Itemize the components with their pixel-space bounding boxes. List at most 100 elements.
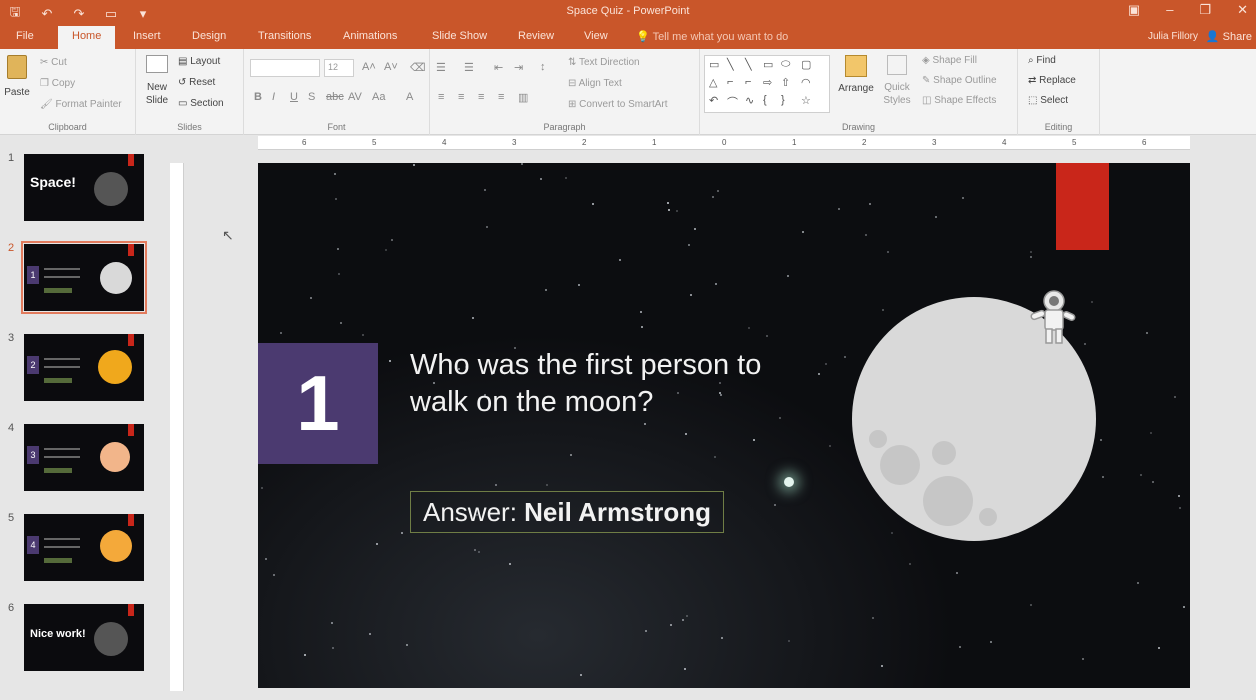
tab-design[interactable]: Design xyxy=(192,30,226,42)
arc-shape-icon-2[interactable]: ⌒ xyxy=(727,94,738,110)
curve-shape-icon[interactable]: ↶ xyxy=(709,94,718,107)
line-shape-icon[interactable]: ╲ xyxy=(727,58,734,71)
bullets-icon[interactable]: ☰ xyxy=(436,61,446,74)
textbox-shape-icon[interactable]: ▭ xyxy=(709,58,719,71)
align-right-icon[interactable]: ≡ xyxy=(478,91,484,103)
clear-format-icon[interactable]: ⌫ xyxy=(410,61,426,74)
line-shape-icon-2[interactable]: ╲ xyxy=(745,58,752,71)
tab-slide-show[interactable]: Slide Show xyxy=(432,30,487,42)
ribbon-display-icon[interactable]: ▣ xyxy=(1128,2,1140,18)
increase-font-icon[interactable]: A˄ xyxy=(362,61,376,73)
close-button[interactable]: ✕ xyxy=(1237,2,1248,18)
tab-home[interactable]: Home xyxy=(58,26,116,49)
question-number-box[interactable]: 1 xyxy=(258,343,378,464)
rectangle-shape-icon[interactable]: ▭ xyxy=(763,58,773,71)
convert-smartart-button[interactable]: ⊞ Convert to SmartArt xyxy=(568,99,668,110)
shape-outline-button[interactable]: ✎ Shape Outline xyxy=(922,75,997,86)
line-spacing-icon[interactable]: ↕ xyxy=(540,61,546,73)
triangle-shape-icon[interactable]: △ xyxy=(709,76,717,89)
star-dot xyxy=(369,633,371,635)
answer-value: Neil Armstrong xyxy=(524,497,711,527)
slide-thumbnail-1[interactable]: Space! xyxy=(24,154,144,221)
new-slide-button[interactable]: New Slide xyxy=(140,55,174,107)
star-dot xyxy=(619,259,621,261)
tell-me-search[interactable]: 💡 Tell me what you want to do xyxy=(636,30,788,43)
tab-transitions[interactable]: Transitions xyxy=(258,30,311,42)
text-shadow-icon[interactable]: S xyxy=(308,91,315,103)
star-shape-icon[interactable]: ☆ xyxy=(801,94,811,107)
oval-shape-icon[interactable]: ⬭ xyxy=(781,58,790,71)
format-painter-button[interactable]: 🖌 Format Painter xyxy=(40,99,122,110)
thumb-title: Nice work! xyxy=(30,628,86,640)
star-dot xyxy=(887,251,889,253)
maximize-button[interactable]: ❐ xyxy=(1199,2,1211,18)
columns-icon[interactable]: ▥ xyxy=(518,91,528,104)
arc-shape-icon[interactable]: ◠ xyxy=(801,76,811,89)
align-left-icon[interactable]: ≡ xyxy=(438,91,444,103)
freeform-shape-icon[interactable]: ∿ xyxy=(745,94,754,107)
tab-animations[interactable]: Animations xyxy=(343,30,397,42)
arrow-right-shape-icon[interactable]: ⇨ xyxy=(763,76,772,89)
tab-insert[interactable]: Insert xyxy=(133,30,161,42)
star-dot xyxy=(474,549,476,551)
justify-icon[interactable]: ≡ xyxy=(498,91,504,103)
slide-canvas[interactable]: 1 Who was the first person to walk on th… xyxy=(258,163,1190,688)
find-button[interactable]: ⌕ Find xyxy=(1028,55,1056,66)
moon-crater xyxy=(869,430,887,448)
reset-button[interactable]: ↺ Reset xyxy=(178,77,215,88)
decrease-indent-icon[interactable]: ⇤ xyxy=(494,61,503,74)
increase-indent-icon[interactable]: ⇥ xyxy=(514,61,523,74)
layout-button[interactable]: ▤ Layout xyxy=(178,56,220,67)
connector-shape-icon[interactable]: ⌐ xyxy=(727,76,733,88)
cut-button[interactable]: ✂ Cut xyxy=(40,57,67,68)
font-color-icon[interactable]: A xyxy=(406,91,413,103)
numbering-icon[interactable]: ☰ xyxy=(464,61,474,74)
shape-effects-button[interactable]: ◫ Shape Effects xyxy=(922,95,996,106)
thumb-number: 4 xyxy=(8,422,15,434)
shape-fill-button[interactable]: ◈ Shape Fill xyxy=(922,55,977,66)
font-name-dropdown[interactable] xyxy=(250,59,320,77)
elbow-shape-icon[interactable]: ⌐ xyxy=(745,76,751,88)
minimize-button[interactable]: – xyxy=(1166,2,1173,18)
select-button[interactable]: ⬚ Select xyxy=(1028,95,1068,106)
font-size-dropdown[interactable]: 12 xyxy=(324,59,354,77)
arrange-button[interactable]: Arrange xyxy=(836,55,876,94)
quick-styles-button[interactable]: Quick Styles xyxy=(880,55,914,107)
strikethrough-icon[interactable]: abc xyxy=(326,91,344,103)
paste-button[interactable]: Paste xyxy=(4,55,30,98)
rounded-rect-shape-icon[interactable]: ▢ xyxy=(801,58,811,71)
arrow-up-shape-icon[interactable]: ⇧ xyxy=(781,76,790,89)
italic-icon[interactable]: I xyxy=(272,91,275,103)
section-button[interactable]: ▭ Section xyxy=(178,98,224,109)
char-spacing-icon[interactable]: AV xyxy=(348,91,362,103)
text-direction-button[interactable]: ⇅ Text Direction xyxy=(568,57,640,68)
slide-thumbnail-4[interactable]: 3 xyxy=(24,424,144,491)
user-name[interactable]: Julia Fillory xyxy=(1148,31,1198,42)
slide-thumbnail-2[interactable]: 1 xyxy=(21,241,147,314)
bold-icon[interactable]: B xyxy=(254,91,262,103)
align-text-button[interactable]: ⊟ Align Text xyxy=(568,78,622,89)
copy-button[interactable]: ❐ Copy xyxy=(40,78,75,89)
brace-shape-icon[interactable]: { xyxy=(763,94,767,106)
star-dot xyxy=(818,373,820,375)
share-button[interactable]: 👤 Share xyxy=(1206,30,1252,43)
slide-thumbnail-pane[interactable]: 1 Space! 2 1 3 2 4 3 5 4 6 Nice work! xyxy=(0,136,164,700)
star-dot xyxy=(825,363,827,365)
align-center-icon[interactable]: ≡ xyxy=(458,91,464,103)
slide-thumbnail-3[interactable]: 2 xyxy=(24,334,144,401)
brace-close-shape-icon[interactable]: } xyxy=(781,94,785,106)
slide-thumbnail-6[interactable]: Nice work! xyxy=(24,604,144,671)
replace-button[interactable]: ⇄ Replace xyxy=(1028,75,1076,86)
tab-review[interactable]: Review xyxy=(518,30,554,42)
tab-file[interactable]: File xyxy=(16,30,34,42)
underline-icon[interactable]: U xyxy=(290,91,298,103)
slide-thumbnail-5[interactable]: 4 xyxy=(24,514,144,581)
question-text[interactable]: Who was the first person to walk on the … xyxy=(410,347,770,421)
answer-box[interactable]: Answer: Neil Armstrong xyxy=(410,491,724,533)
red-tag-shape[interactable] xyxy=(1056,163,1109,250)
shapes-gallery[interactable]: ▭ ╲ ╲ ▭ ⬭ ▢ △ ⌐ ⌐ ⇨ ⇧ ◠ ↶ ⌒ ∿ { } ☆ xyxy=(704,55,830,113)
moon-illustration[interactable] xyxy=(850,290,1098,543)
decrease-font-icon[interactable]: A˅ xyxy=(384,61,398,73)
change-case-icon[interactable]: Aa xyxy=(372,91,385,103)
tab-view[interactable]: View xyxy=(584,30,608,42)
